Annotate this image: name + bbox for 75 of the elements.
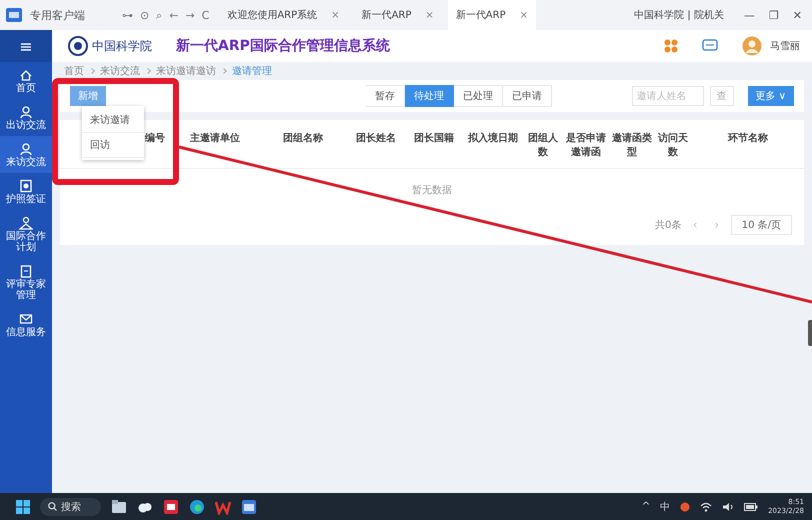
side-handle[interactable] <box>808 320 812 346</box>
folder-icon[interactable] <box>111 498 127 514</box>
sidebar-item[interactable]: 评审专家管理 <box>0 258 52 306</box>
browser-tab[interactable]: 新一代ARP × <box>448 0 536 30</box>
apps-icon <box>664 39 678 53</box>
app-icon <box>6 8 22 22</box>
organization-label: 中国科学院 | 院机关 <box>634 8 724 22</box>
column-header: 拟入境日期 <box>466 132 519 146</box>
filter-tab[interactable]: 已申请 <box>503 85 552 107</box>
nav-button[interactable]: → <box>185 8 195 22</box>
app-name: 专用客户端 <box>30 8 85 22</box>
user-name[interactable]: 马雪丽 <box>770 39 800 53</box>
logo-text: 中国科学院 <box>92 38 152 54</box>
window-icon[interactable] <box>241 498 257 514</box>
sidebar-item[interactable]: 出访交流 <box>0 99 52 136</box>
sidebar-item[interactable]: 来访交流 <box>0 136 52 173</box>
nav-button[interactable]: ⊶ <box>122 8 133 22</box>
clipboard-icon <box>19 264 33 278</box>
nav-button[interactable]: ⊙ <box>140 8 150 22</box>
tab-title: 新一代ARP <box>362 8 412 22</box>
mail-icon <box>19 312 33 326</box>
filter-tab[interactable]: 暂存 <box>366 85 405 107</box>
filter-tab[interactable]: 已处理 <box>454 85 503 107</box>
taskbar-search[interactable]: 搜索 <box>40 498 101 516</box>
window-control[interactable]: — <box>740 8 759 22</box>
column-header: 编号 <box>144 132 166 146</box>
battery-icon <box>744 502 758 510</box>
sidebar-item[interactable]: 国际合作计划 <box>0 210 52 258</box>
browser-icon[interactable] <box>189 498 205 514</box>
column-header: 团长国籍 <box>413 132 455 146</box>
tab-title: 新一代ARP <box>456 8 506 22</box>
filter-tab[interactable]: 待处理 <box>405 85 454 107</box>
menu-button[interactable]: ≡ <box>0 30 52 62</box>
app-tray-icon <box>680 502 690 512</box>
column-header: 主邀请单位 <box>189 132 241 146</box>
sidebar-item[interactable]: 护照签证 <box>0 173 52 210</box>
sidebar-item[interactable]: 首页 <box>0 62 52 99</box>
search-icon <box>48 502 57 511</box>
column-header: 团组人数 <box>527 132 559 160</box>
empty-message: 暂无数据 <box>411 184 453 198</box>
sidebar-item[interactable]: 信息服务 <box>0 306 52 343</box>
column-header: 环节名称 <box>726 132 769 146</box>
message-icon <box>702 39 718 53</box>
column-header: 是否申请邀请函 <box>565 132 607 160</box>
speaker-icon <box>722 502 734 512</box>
window-control[interactable]: ✕ <box>788 8 806 22</box>
start-icon <box>16 500 30 514</box>
system-title: 新一代ARP国际合作管理信息系统 <box>176 37 390 55</box>
column-header: 团长姓名 <box>355 132 397 146</box>
tab-title: 欢迎您使用ARP系统 <box>227 8 318 22</box>
browser-tab[interactable]: 欢迎您使用ARP系统 × <box>219 0 348 30</box>
tray-item[interactable]: ^ <box>642 501 650 512</box>
nav-button[interactable]: ⌕ <box>156 8 162 22</box>
person-icon <box>19 105 33 119</box>
total-count: 共0条 <box>655 218 682 232</box>
avatar-icon <box>742 36 762 56</box>
emblem-icon <box>68 36 88 56</box>
wifi-icon <box>700 502 712 512</box>
person-icon <box>19 142 33 156</box>
nav-button[interactable]: C <box>202 8 210 22</box>
column-header: 团组名称 <box>282 132 324 146</box>
more-button[interactable]: 更多 ∨ <box>748 86 794 106</box>
column-header: 访问天数 <box>656 132 689 160</box>
document-icon <box>19 179 33 193</box>
search-field[interactable]: 邀请人姓名 <box>632 86 704 106</box>
tray-item[interactable]: 中 <box>660 500 670 514</box>
column-header: 邀请函类型 <box>611 132 653 160</box>
app-icon[interactable] <box>163 498 179 514</box>
browser-tab[interactable]: 新一代ARP × <box>354 0 442 30</box>
page-size-select[interactable]: 10 条/页 <box>730 215 792 235</box>
people-icon <box>19 216 33 230</box>
window-control[interactable]: ❐ <box>764 8 783 22</box>
close-tab-button[interactable]: × <box>520 10 528 20</box>
home-icon <box>19 68 33 82</box>
nav-button[interactable]: ← <box>169 8 178 22</box>
